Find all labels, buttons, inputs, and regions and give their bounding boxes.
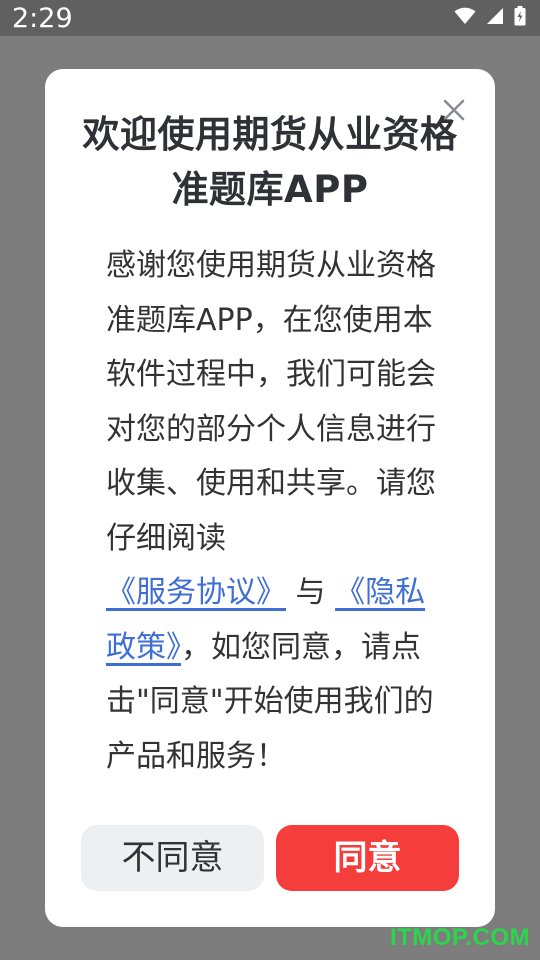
cellular-signal-icon [486,7,504,29]
wifi-icon [454,7,476,29]
battery-icon [514,6,526,30]
status-time: 2:29 [12,3,73,34]
dialog-title: 欢迎使用期货从业资格准题库APP [82,113,458,211]
agree-button[interactable]: 同意 [276,825,459,891]
disagree-button[interactable]: 不同意 [81,825,264,891]
status-icons [454,6,526,30]
message-joiner: 与 [295,575,326,610]
privacy-dialog: 欢迎使用期货从业资格准题库APP 感谢您使用期货从业资格准题库APP，在您使用本… [45,69,495,927]
status-bar: 2:29 [0,0,540,36]
screen: 2:29 欢迎使用期货从业资格准题库APP 感谢您使用期货从业资格准题库APP，… [0,0,540,960]
dialog-message: 感谢您使用期货从业资格准题库APP，在您使用本软件过程中，我们可能会对您的部分个… [106,239,441,784]
watermark: ITMOP.COM [389,924,530,951]
message-intro: 感谢您使用期货从业资格准题库APP，在您使用本软件过程中，我们可能会对您的部分个… [106,248,436,556]
service-agreement-link[interactable]: 《服务协议》 [106,575,286,610]
